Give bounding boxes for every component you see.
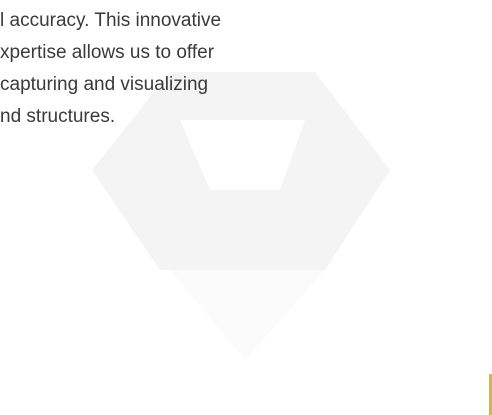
content-area: l accuracy. This innovative xpertise all… [0, 5, 349, 133]
paragraph-line-1: l accuracy. This innovative [0, 10, 222, 31]
paragraph-line-4: nd structures. [0, 106, 116, 127]
watermark-lower-shape [170, 270, 325, 360]
paragraph-line-3: capturing and visualizing [0, 74, 209, 95]
description-paragraph: l accuracy. This innovative xpertise all… [0, 5, 349, 133]
paragraph-line-2: xpertise allows us to offer [0, 42, 215, 63]
